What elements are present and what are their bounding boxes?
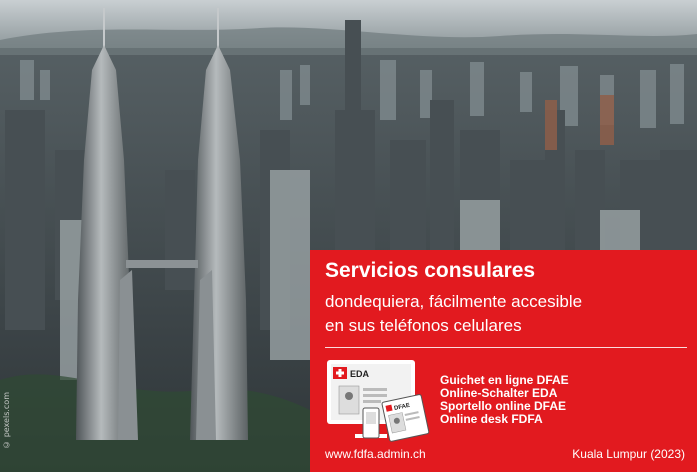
devices-illustration: EDA DFAE <box>327 360 430 442</box>
divider <box>325 347 687 348</box>
online-desk-list: Guichet en ligne DFAE Online-Schalter ED… <box>440 374 569 426</box>
banner-subtitle-line2: en sus teléfonos celulares <box>325 316 522 335</box>
website-link[interactable]: www.fdfa.admin.ch <box>325 447 426 461</box>
service-item: Online desk FDFA <box>440 412 543 426</box>
banner-title: Servicios consulares <box>325 259 536 282</box>
photo-credit: © pexels.com <box>2 392 11 449</box>
location-year: Kuala Lumpur (2023) <box>572 447 685 461</box>
badge-label: EDA <box>350 369 370 379</box>
consular-services-banner[interactable]: Servicios consulares dondequiera, fácilm… <box>310 250 697 472</box>
banner-subtitle-line1: dondequiera, fácilmente accesible <box>325 292 583 311</box>
